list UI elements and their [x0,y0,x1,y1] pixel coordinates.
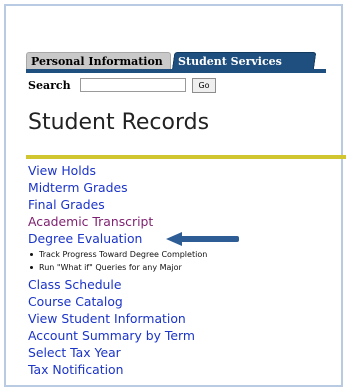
student-records-menu: View Holds Midterm Grades Final Grades A… [28,162,328,378]
note-item: Run "What if" Queries for any Major [28,261,328,274]
tab-student-services-label: Student Services [178,55,282,68]
bullet-icon [30,265,33,269]
menu-item-class-schedule[interactable]: Class Schedule [28,276,328,293]
menu-item-final-grades[interactable]: Final Grades [28,196,328,213]
menu-item-academic-transcript[interactable]: Academic Transcript [28,213,328,230]
tab-underline [26,69,326,73]
degree-evaluation-notes: Track Progress Toward Degree Completion … [28,248,328,274]
note-item: Track Progress Toward Degree Completion [28,248,328,261]
divider [26,155,346,159]
menu-item-view-holds[interactable]: View Holds [28,162,328,179]
tab-student-services[interactable]: Student Services [172,52,317,69]
note-text: Run "What if" Queries for any Major [39,263,182,272]
menu-item-midterm-grades[interactable]: Midterm Grades [28,179,328,196]
tab-bar: Personal Information Student Services [26,52,326,69]
menu-item-tax-notification[interactable]: Tax Notification [28,361,328,378]
menu-item-select-tax-year[interactable]: Select Tax Year [28,344,328,361]
note-text: Track Progress Toward Degree Completion [39,250,208,259]
left-arrow-icon [166,232,239,246]
page-title: Student Records [28,110,210,135]
bullet-icon [30,252,33,256]
search-input[interactable] [80,78,186,92]
menu-item-course-catalog[interactable]: Course Catalog [28,293,328,310]
tab-personal-information[interactable]: Personal Information [26,52,171,69]
search-row: Search Go [28,78,288,94]
go-button[interactable]: Go [192,78,216,93]
menu-item-account-summary-by-term[interactable]: Account Summary by Term [28,327,328,344]
search-label: Search [28,79,71,92]
menu-item-view-student-information[interactable]: View Student Information [28,310,328,327]
